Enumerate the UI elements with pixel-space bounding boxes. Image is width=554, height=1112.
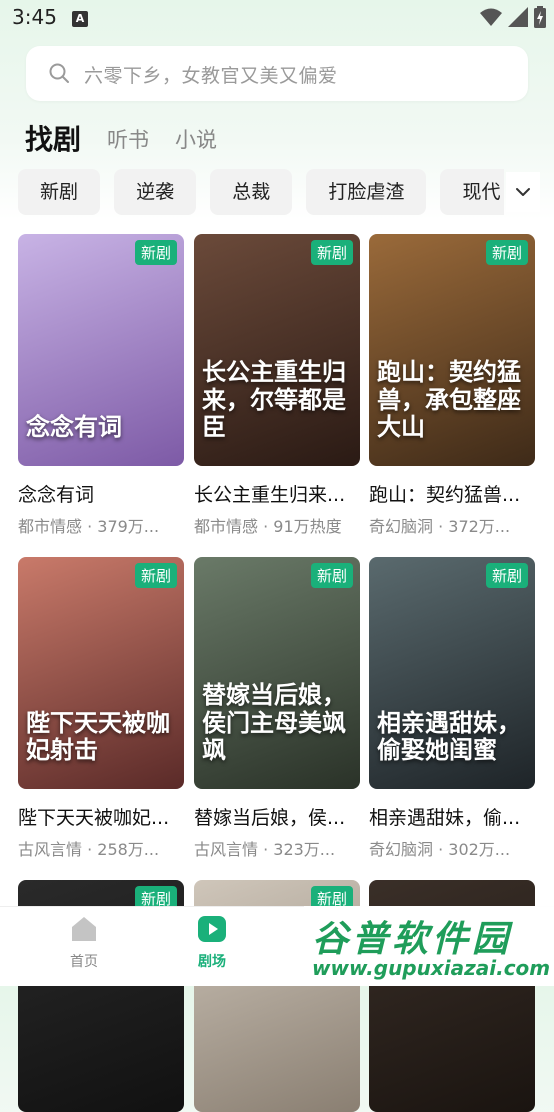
drama-card[interactable]: 替嫁当后娘，侯门主母美飒飒 新剧 替嫁当后娘，侯... 古风言情 · 323万.… (194, 557, 360, 860)
expand-chips-button[interactable] (506, 172, 540, 212)
new-badge: 新剧 (134, 240, 177, 265)
drama-poster[interactable]: 长公主重生归来，尔等都是臣 新剧 (194, 234, 360, 466)
watermark: 谷普软件园 www.gupuxiazai.com (304, 906, 554, 985)
drama-title[interactable]: 念念有词 (18, 480, 184, 507)
drama-title[interactable]: 相亲遇甜妹，偷... (369, 803, 535, 830)
poster-title: 长公主重生归来，尔等都是臣 (202, 358, 346, 442)
chevron-down-icon (516, 188, 530, 196)
drama-meta: 奇幻脑洞 · 372万... (369, 517, 511, 536)
new-badge: 新剧 (485, 240, 528, 265)
watermark-title: 谷普软件园 (312, 919, 513, 960)
nav-home-label: 首页 (70, 954, 98, 970)
drama-card[interactable]: 相亲遇甜妹，偷娶她闺蜜 新剧 相亲遇甜妹，偷... 奇幻脑洞 · 302万... (369, 557, 535, 860)
watermark-url: www.gupuxiazai.com (312, 956, 551, 980)
tab-find-drama[interactable]: 找剧 (25, 118, 81, 160)
drama-title[interactable]: 替嫁当后娘，侯... (194, 803, 360, 830)
drama-poster[interactable]: 陛下天天被咖妃射击 新剧 (18, 557, 184, 789)
home-icon (72, 917, 96, 941)
drama-meta: 都市情感 · 91万热度 (194, 517, 342, 536)
chip-modern[interactable]: 现代 (440, 169, 504, 215)
poster-title: 替嫁当后娘，侯门主母美飒飒 (202, 681, 346, 765)
search-icon (49, 63, 69, 83)
play-icon (198, 916, 226, 942)
wifi-icon (480, 8, 502, 26)
new-badge: 新剧 (485, 563, 528, 588)
drama-poster[interactable]: 相亲遇甜妹，偷娶她闺蜜 新剧 (369, 557, 535, 789)
tab-audiobook[interactable]: 听书 (107, 124, 149, 160)
drama-card[interactable]: 长公主重生归来，尔等都是臣 新剧 长公主重生归来... 都市情感 · 91万热度 (194, 234, 360, 537)
category-chips: 新剧 逆袭 总裁 打脸虐渣 现代 (18, 169, 504, 215)
nav-theater[interactable]: 剧场 (172, 915, 252, 971)
chip-revenge[interactable]: 打脸虐渣 (306, 169, 427, 215)
drama-title[interactable]: 长公主重生归来... (194, 480, 360, 507)
drama-meta: 古风言情 · 258万... (18, 840, 160, 859)
search-bar[interactable]: 六零下乡，女教官又美又偏爱 (26, 46, 528, 101)
content-tabs: 找剧 听书 小说 (25, 116, 243, 160)
new-badge: 新剧 (134, 563, 177, 588)
new-badge: 新剧 (310, 563, 353, 588)
nav-theater-label: 剧场 (198, 954, 226, 970)
drama-poster[interactable]: 跑山：契约猛兽，承包整座大山 新剧 (369, 234, 535, 466)
poster-title: 相亲遇甜妹，偷娶她闺蜜 (377, 708, 521, 765)
battery-icon (534, 6, 546, 28)
new-badge: 新剧 (310, 240, 353, 265)
status-time: 3:45 (12, 5, 57, 29)
drama-card[interactable]: 念念有词 新剧 念念有词 都市情感 · 379万... (18, 234, 184, 537)
chip-ceo[interactable]: 总裁 (210, 169, 293, 215)
drama-title[interactable]: 陛下天天被咖妃... (18, 803, 184, 830)
drama-poster[interactable]: 替嫁当后娘，侯门主母美飒飒 新剧 (194, 557, 360, 789)
nav-home[interactable]: 首页 (44, 915, 124, 971)
search-placeholder: 六零下乡，女教官又美又偏爱 (84, 65, 338, 87)
poster-title: 跑山：契约猛兽，承包整座大山 (377, 358, 521, 442)
status-indicators (480, 6, 546, 28)
drama-meta: 古风言情 · 323万... (194, 840, 336, 859)
chip-new[interactable]: 新剧 (18, 169, 101, 215)
tab-novel[interactable]: 小说 (175, 124, 217, 160)
drama-card[interactable]: 陛下天天被咖妃射击 新剧 陛下天天被咖妃... 古风言情 · 258万... (18, 557, 184, 860)
drama-meta: 奇幻脑洞 · 302万... (369, 840, 511, 859)
notification-icon: A (72, 11, 88, 27)
chip-comeback[interactable]: 逆袭 (114, 169, 197, 215)
status-bar: 3:45 A (0, 0, 554, 36)
poster-title: 陛下天天被咖妃射击 (26, 708, 170, 765)
drama-title[interactable]: 跑山：契约猛兽... (369, 480, 535, 507)
drama-card[interactable]: 跑山：契约猛兽，承包整座大山 新剧 跑山：契约猛兽... 奇幻脑洞 · 372万… (369, 234, 535, 537)
drama-meta: 都市情感 · 379万... (18, 517, 160, 536)
signal-icon (508, 7, 528, 27)
poster-title: 念念有词 (26, 413, 122, 442)
drama-poster[interactable]: 念念有词 新剧 (18, 234, 184, 466)
